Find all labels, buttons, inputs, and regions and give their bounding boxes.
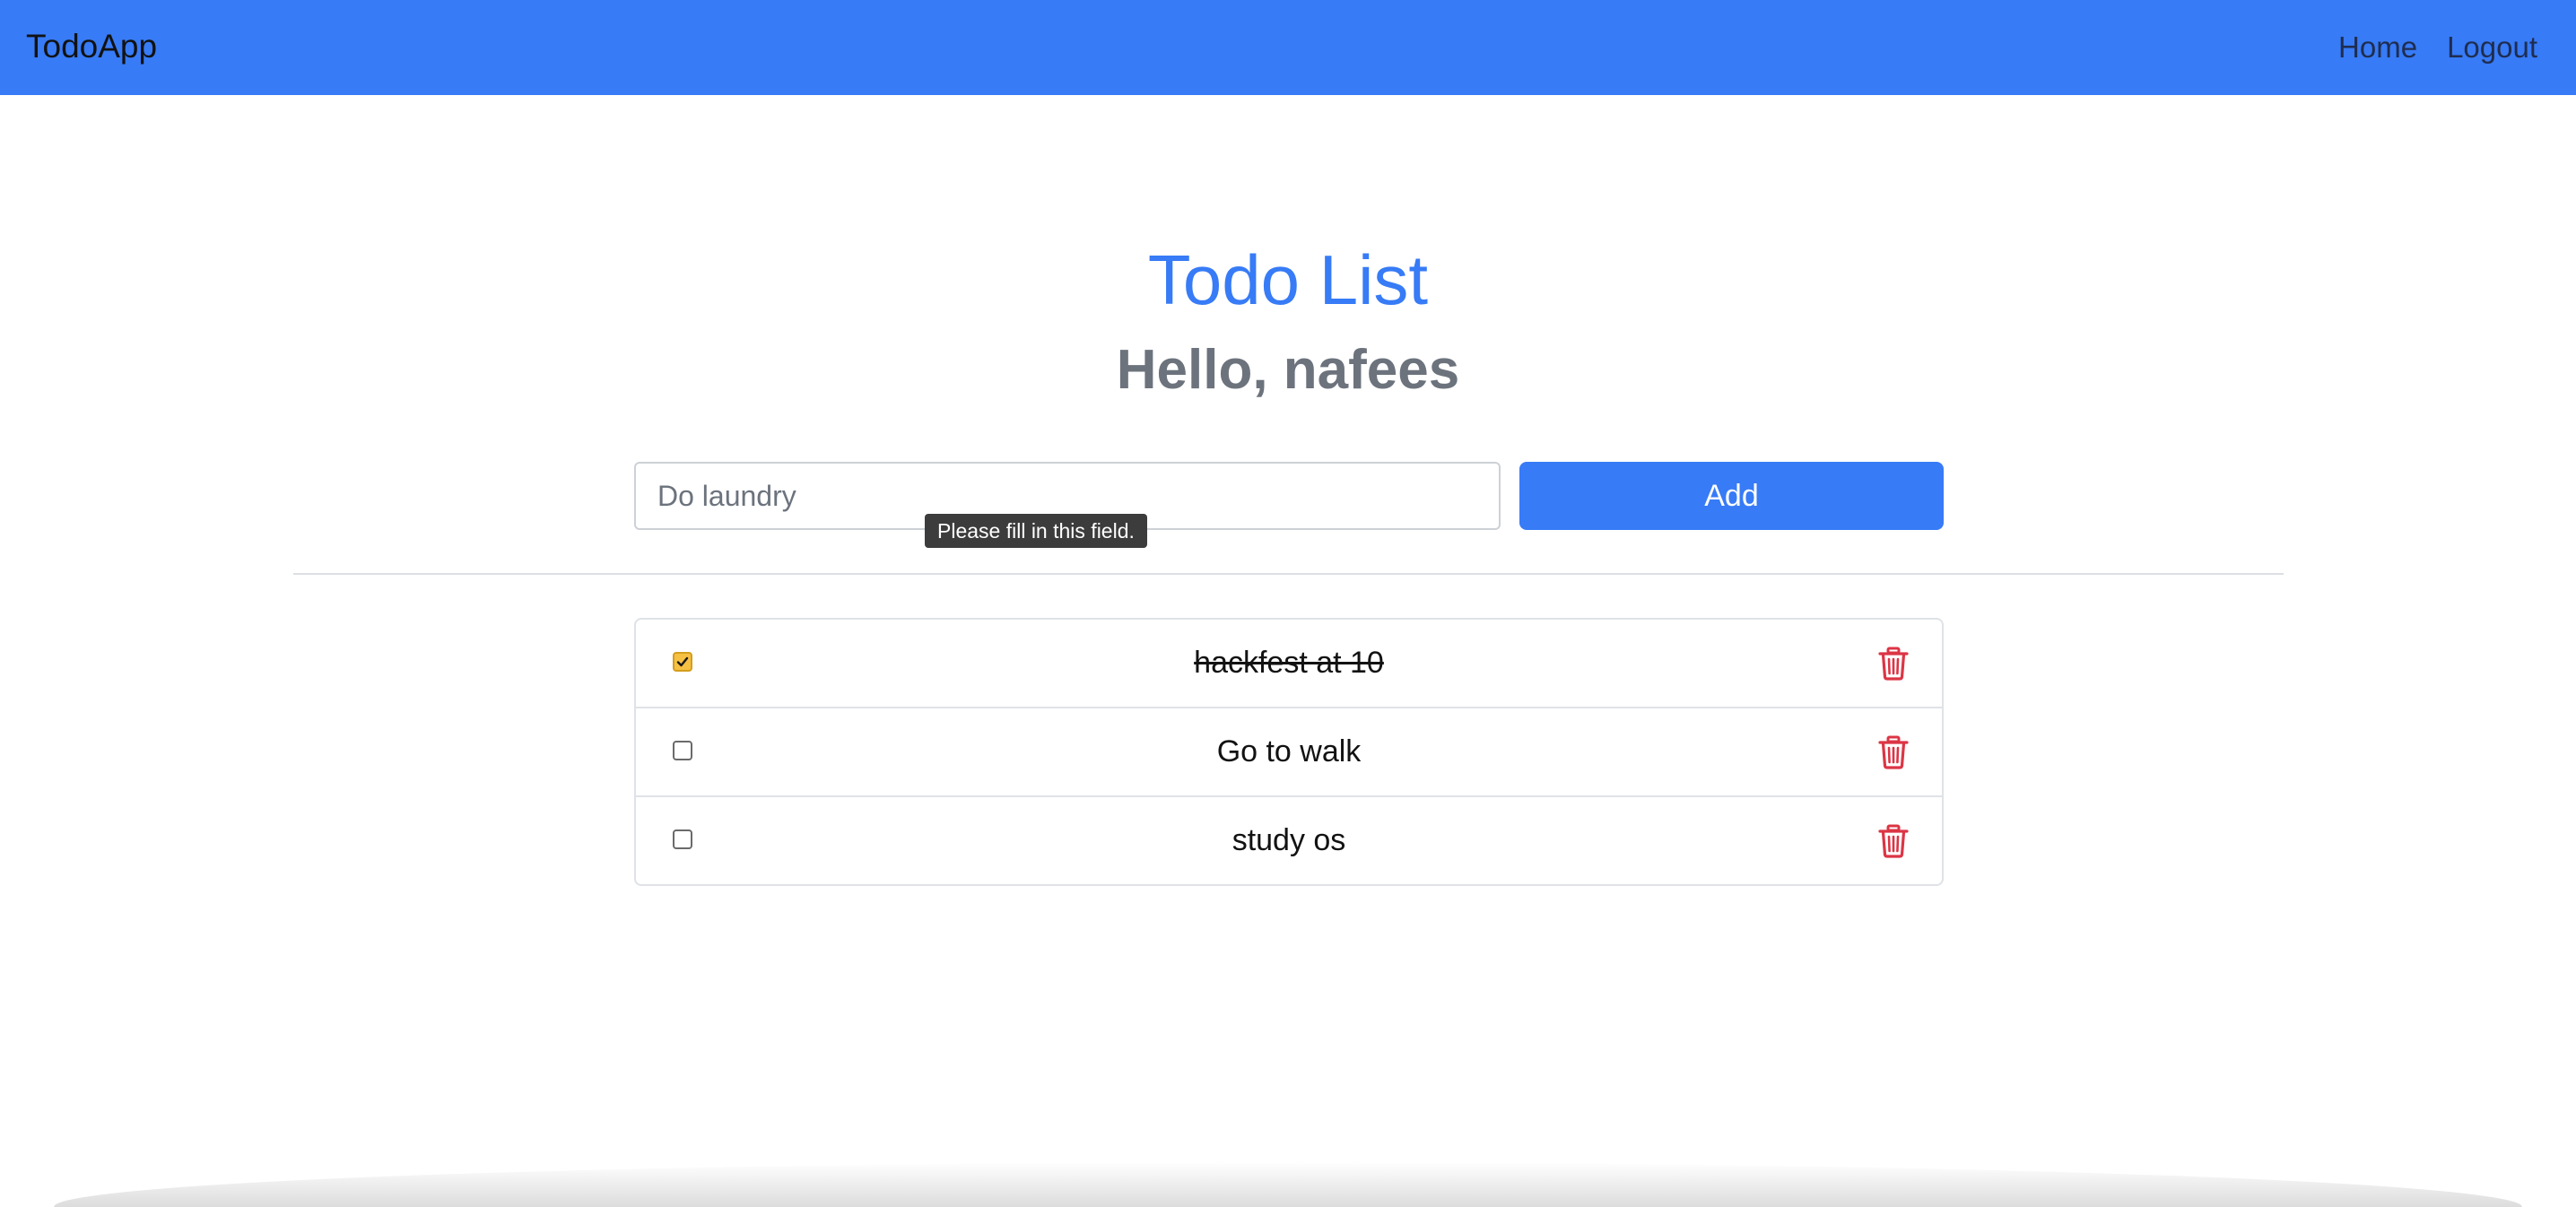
todo-text: study os — [1231, 823, 1346, 857]
trash-icon — [1878, 824, 1909, 858]
nav-home-link[interactable]: Home — [2338, 30, 2417, 65]
divider — [293, 573, 2284, 575]
trash-icon — [1878, 735, 1909, 769]
add-todo-button[interactable]: Add — [1519, 462, 1944, 530]
greeting: Hello, nafees — [1116, 339, 1460, 401]
validation-tooltip: Please fill in this field. — [925, 514, 1147, 548]
navbar: TodoApp Home Logout — [0, 0, 2576, 95]
todo-list: hackfest at 10 Go to walk study os — [634, 618, 1944, 886]
delete-todo-button[interactable] — [1878, 824, 1909, 858]
todo-text: Go to walk — [1216, 734, 1362, 768]
page-title: Todo List — [1147, 240, 1429, 319]
trash-icon — [1878, 647, 1909, 681]
todo-item: hackfest at 10 — [636, 620, 1942, 708]
todo-text: hackfest at 10 — [1194, 646, 1384, 680]
bottom-shadow — [54, 1162, 2522, 1207]
todo-item: study os — [636, 797, 1942, 884]
delete-todo-button[interactable] — [1878, 735, 1909, 769]
nav-logout-link[interactable]: Logout — [2447, 30, 2537, 65]
brand-logo[interactable]: TodoApp — [26, 0, 157, 95]
todo-item: Go to walk — [636, 708, 1942, 797]
nav-links: Home Logout — [2338, 0, 2537, 95]
delete-todo-button[interactable] — [1878, 647, 1909, 681]
